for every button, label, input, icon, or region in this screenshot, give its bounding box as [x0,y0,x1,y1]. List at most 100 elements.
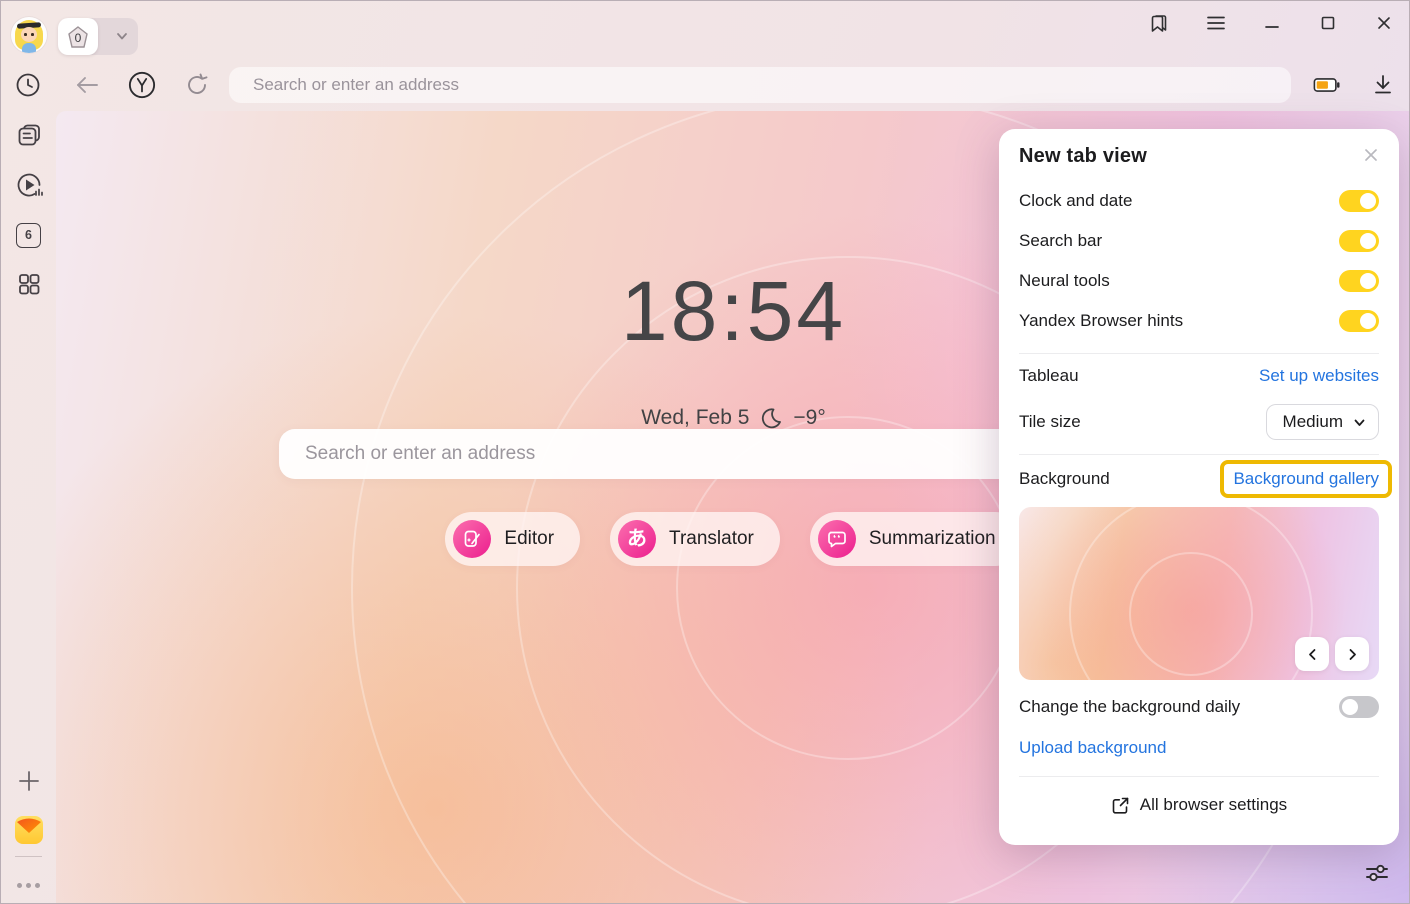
reload-icon [184,72,210,98]
tab-count-badge: 6 [16,223,41,248]
tile-size-label: Tile size [1019,412,1081,432]
toolbar [1,59,1409,111]
window-controls [1149,11,1395,35]
sidebar-add-button[interactable] [1,764,56,798]
tile-size-row: Tile size Medium [1019,398,1379,446]
media-play-icon [15,171,43,199]
chevron-down-icon [115,29,129,43]
downloads-button[interactable] [1369,61,1397,109]
tab-counter-badge: 0 [68,26,88,48]
bookmark-icon [1149,12,1171,34]
plus-icon [18,770,40,792]
minimize-button[interactable] [1261,12,1283,34]
sliders-icon [1364,860,1390,886]
translator-icon: あ [618,520,656,558]
background-label: Background [1019,469,1110,489]
sidebar-item-apps[interactable] [1,267,56,301]
close-button[interactable] [1373,12,1395,34]
previous-background-button[interactable] [1295,637,1329,671]
menu-button[interactable] [1205,12,1227,34]
yandex-mail-icon [14,815,44,845]
tab-list-button[interactable] [115,29,129,43]
date-label: Wed, Feb 5 [641,406,749,430]
ellipsis-icon [17,883,40,888]
daily-background-label: Change the background daily [1019,697,1240,717]
maximize-button[interactable] [1317,12,1339,34]
tab-group: 0 [58,18,138,55]
new-tab-view-panel: New tab view Clock and date Search bar N… [999,129,1399,845]
daily-background-row: Change the background daily [1019,684,1379,730]
address-input[interactable] [229,75,1291,95]
toggle-yandex-browser-hints[interactable] [1339,310,1379,332]
minimize-icon [1264,15,1280,31]
feed-icon [16,122,42,148]
upload-background-link[interactable]: Upload background [1019,738,1166,758]
temperature-label: −9° [793,406,825,430]
yandex-home-button[interactable] [128,61,156,109]
sidebar-item-media[interactable] [1,168,56,202]
tile-size-value: Medium [1283,412,1343,432]
tableau-row: Tableau Set up websites [1019,354,1379,398]
toggle-row: Clock and date [1019,181,1379,221]
toggle-row: Neural tools [1019,261,1379,301]
active-tab[interactable]: 0 [58,18,98,55]
toggle-clock-and-date[interactable] [1339,190,1379,212]
back-arrow-icon [74,74,100,96]
page-settings-button[interactable] [1363,859,1391,887]
summarization-icon [818,520,856,558]
summarization-button[interactable]: Summarization [810,512,1022,566]
reload-button[interactable] [183,61,211,109]
toggle-label: Clock and date [1019,191,1132,211]
toggle-row: Yandex Browser hints [1019,301,1379,341]
all-browser-settings-button[interactable]: All browser settings [1019,777,1379,833]
editor-icon [453,520,491,558]
panel-close-button[interactable] [1363,147,1379,163]
apps-grid-icon [17,272,41,296]
toggle-label: Yandex Browser hints [1019,311,1183,331]
yandex-logo-icon [128,70,156,100]
toggle-search-bar[interactable] [1339,230,1379,252]
external-link-icon [1111,796,1130,815]
toggle-label: Neural tools [1019,271,1110,291]
background-gallery-link[interactable]: Background gallery [1233,469,1379,488]
bookmarks-sidebar-button[interactable] [1149,12,1171,34]
history-button[interactable] [14,61,42,109]
close-icon [1376,15,1392,31]
toggle-neural-tools[interactable] [1339,270,1379,292]
background-preview [1019,507,1379,680]
battery-icon [1313,76,1341,94]
sidebar-item-tabs[interactable]: 6 [1,218,56,252]
sidebar-item-feed[interactable] [1,118,56,152]
toggle-change-background-daily[interactable] [1339,696,1379,718]
hamburger-icon [1206,15,1226,31]
set-up-websites-link[interactable]: Set up websites [1259,366,1379,386]
highlight-annotation: Background gallery [1220,460,1392,498]
history-clock-icon [15,72,41,98]
translator-button[interactable]: あ Translator [610,512,780,566]
panel-title: New tab view [1019,145,1147,168]
battery-saver-button[interactable] [1313,61,1341,109]
back-button[interactable] [73,61,101,109]
next-background-button[interactable] [1335,637,1369,671]
maximize-icon [1320,15,1336,31]
close-icon [1363,147,1379,163]
moon-icon [759,406,783,430]
download-icon [1371,73,1395,97]
chevron-left-icon [1306,648,1319,661]
all-browser-settings-label: All browser settings [1140,795,1287,815]
toggle-label: Search bar [1019,231,1102,251]
profile-avatar[interactable] [11,17,47,53]
editor-button[interactable]: Editor [445,512,580,566]
tableau-label: Tableau [1019,366,1079,386]
sidebar-more-button[interactable] [1,868,56,902]
sidebar-item-mail[interactable] [1,813,56,847]
svg-text:0: 0 [75,31,82,45]
sidebar-divider [15,856,42,857]
chevron-right-icon [1346,648,1359,661]
address-bar[interactable] [229,67,1291,103]
background-row: Background Background gallery [1019,455,1379,503]
toggle-row: Search bar [1019,221,1379,261]
chevron-down-icon [1353,416,1366,429]
tile-size-select[interactable]: Medium [1266,404,1379,440]
browser-window: 0 [0,0,1410,904]
